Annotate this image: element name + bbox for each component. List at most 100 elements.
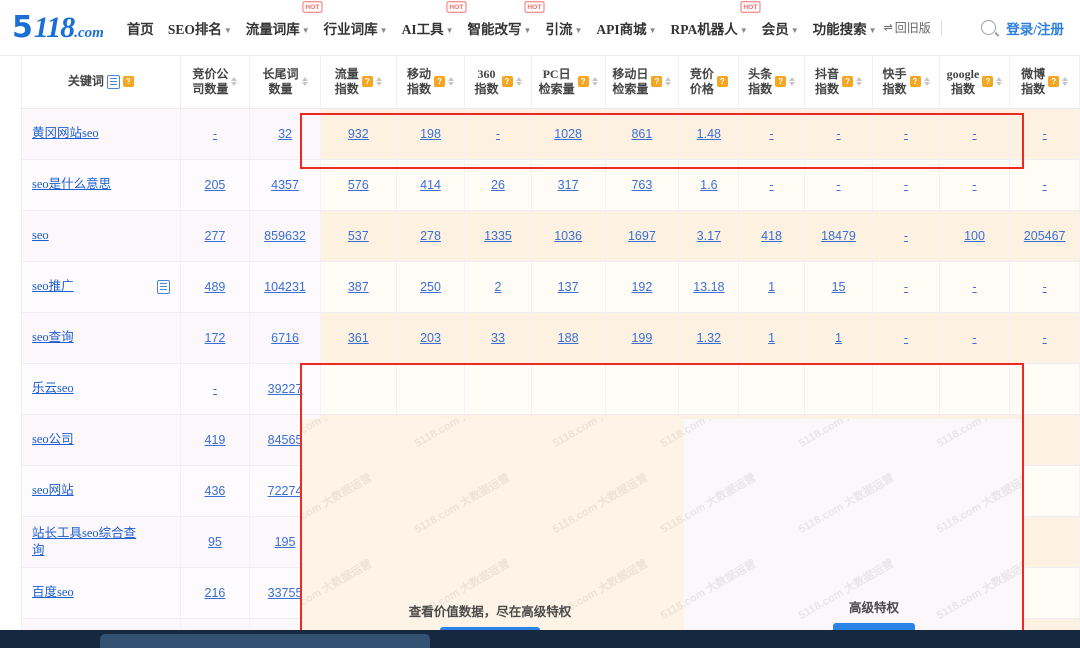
help-icon[interactable]: ? — [982, 76, 993, 87]
metric-value[interactable]: 4357 — [271, 178, 299, 192]
metric-value[interactable]: 203 — [420, 331, 441, 345]
metric-value[interactable]: 1.6 — [700, 178, 717, 192]
column-header-14[interactable]: 微博指数? — [1010, 56, 1080, 108]
metric-value[interactable]: 859632 — [264, 229, 306, 243]
keyword-link[interactable]: seo查询 — [32, 329, 74, 346]
metric-value[interactable]: - — [904, 331, 908, 345]
metric-value[interactable]: 95 — [208, 535, 222, 549]
metric-value[interactable]: 104231 — [264, 280, 306, 294]
site-logo[interactable]: 5 118 .com — [12, 13, 104, 43]
help-icon[interactable]: ? — [651, 76, 662, 87]
metric-value[interactable]: 277 — [205, 229, 226, 243]
column-header-12[interactable]: 快手指数? — [873, 56, 939, 108]
metric-value[interactable]: 361 — [348, 331, 369, 345]
metric-value[interactable]: 39227 — [268, 382, 303, 396]
metric-value[interactable]: 84565 — [268, 433, 303, 447]
metric-value[interactable]: - — [972, 280, 976, 294]
metric-value[interactable]: - — [1043, 178, 1047, 192]
metric-value[interactable]: 6716 — [271, 331, 299, 345]
help-icon[interactable]: ? — [434, 76, 445, 87]
keyword-link[interactable]: seo公司 — [32, 431, 74, 448]
metric-value[interactable]: 72274 — [268, 484, 303, 498]
keyword-link[interactable]: 百度seo — [32, 584, 74, 601]
metric-value[interactable]: 205467 — [1024, 229, 1066, 243]
metric-value[interactable]: - — [836, 178, 840, 192]
metric-value[interactable]: - — [496, 127, 500, 141]
metric-value[interactable]: 192 — [631, 280, 652, 294]
browser-tab[interactable] — [100, 634, 430, 648]
nav-item-9[interactable]: RPA机器人▼HOT — [664, 12, 755, 44]
metric-value[interactable]: 172 — [205, 331, 226, 345]
metric-value[interactable]: 33 — [491, 331, 505, 345]
help-icon[interactable]: ? — [578, 76, 589, 87]
login-register-link[interactable]: 登录/注册 — [1006, 18, 1064, 38]
help-icon[interactable]: ? — [717, 76, 728, 87]
metric-value[interactable]: 576 — [348, 178, 369, 192]
metric-value[interactable]: 317 — [558, 178, 579, 192]
metric-value[interactable]: 1.48 — [697, 127, 721, 141]
keyword-link[interactable]: seo是什么意思 — [32, 176, 111, 193]
column-header-6[interactable]: 360指数? — [465, 56, 531, 108]
metric-value[interactable]: 199 — [631, 331, 652, 345]
metric-value[interactable]: 250 — [420, 280, 441, 294]
metric-value[interactable]: 3.17 — [697, 229, 721, 243]
metric-value[interactable]: 419 — [205, 433, 226, 447]
nav-item-10[interactable]: 会员▼ — [755, 12, 806, 44]
metric-value[interactable]: 26 — [491, 178, 505, 192]
copy-icon[interactable] — [107, 75, 120, 89]
nav-item-11[interactable]: 功能搜索▼ — [806, 12, 884, 44]
metric-value[interactable]: 278 — [420, 229, 441, 243]
column-header-3[interactable]: 长尾词数量 — [250, 56, 321, 108]
sort-toggle-icon[interactable] — [1062, 77, 1068, 86]
metric-value[interactable]: 1335 — [484, 229, 512, 243]
keyword-link[interactable]: 站长工具seo综合查询 — [32, 525, 137, 559]
nav-item-7[interactable]: 引流▼ — [538, 12, 589, 44]
metric-value[interactable]: 32 — [278, 127, 292, 141]
metric-value[interactable]: - — [213, 127, 217, 141]
sort-toggle-icon[interactable] — [516, 77, 522, 86]
nav-item-4[interactable]: 行业词库▼ — [317, 12, 395, 44]
metric-value[interactable]: - — [1043, 127, 1047, 141]
keyword-link[interactable]: seo — [32, 227, 49, 244]
metric-value[interactable]: 195 — [275, 535, 296, 549]
sort-toggle-icon[interactable] — [996, 77, 1002, 86]
metric-value[interactable]: 18479 — [821, 229, 856, 243]
metric-value[interactable]: - — [1043, 280, 1047, 294]
metric-value[interactable]: 100 — [964, 229, 985, 243]
copy-icon[interactable] — [157, 280, 170, 294]
metric-value[interactable]: 436 — [205, 484, 226, 498]
metric-value[interactable]: - — [904, 280, 908, 294]
nav-item-2[interactable]: SEO排名▼ — [161, 12, 239, 44]
sort-toggle-icon[interactable] — [231, 77, 237, 86]
metric-value[interactable]: 205 — [205, 178, 226, 192]
metric-value[interactable]: 932 — [348, 127, 369, 141]
keyword-table-container[interactable]: 关键词?竞价公司数量长尾词数量流量指数?移动指数?360指数?PC日检索量?移动… — [22, 56, 1080, 648]
sort-toggle-icon[interactable] — [856, 77, 862, 86]
keyword-link[interactable]: 黄冈网站seo — [32, 125, 99, 142]
metric-value[interactable]: 1 — [835, 331, 842, 345]
metric-value[interactable]: - — [769, 178, 773, 192]
metric-value[interactable]: 137 — [558, 280, 579, 294]
column-header-7[interactable]: PC日检索量? — [531, 56, 605, 108]
metric-value[interactable]: - — [904, 178, 908, 192]
help-icon[interactable]: ? — [502, 76, 513, 87]
column-header-2[interactable]: 竞价公司数量 — [180, 56, 250, 108]
metric-value[interactable]: - — [904, 127, 908, 141]
help-icon[interactable]: ? — [362, 76, 373, 87]
column-header-5[interactable]: 移动指数? — [396, 56, 465, 108]
metric-value[interactable]: 1028 — [554, 127, 582, 141]
metric-value[interactable]: 188 — [558, 331, 579, 345]
metric-value[interactable]: 2 — [495, 280, 502, 294]
column-header-13[interactable]: google指数? — [939, 56, 1010, 108]
help-icon[interactable]: ? — [842, 76, 853, 87]
help-icon[interactable]: ? — [123, 76, 134, 87]
keyword-link[interactable]: 乐云seo — [32, 380, 74, 397]
help-icon[interactable]: ? — [775, 76, 786, 87]
column-header-10[interactable]: 头条指数? — [739, 56, 804, 108]
metric-value[interactable]: 763 — [631, 178, 652, 192]
nav-item-6[interactable]: 智能改写▼HOT — [461, 12, 539, 44]
sort-toggle-icon[interactable] — [448, 77, 454, 86]
metric-value[interactable]: - — [972, 178, 976, 192]
sort-toggle-icon[interactable] — [924, 77, 930, 86]
metric-value[interactable]: - — [972, 331, 976, 345]
